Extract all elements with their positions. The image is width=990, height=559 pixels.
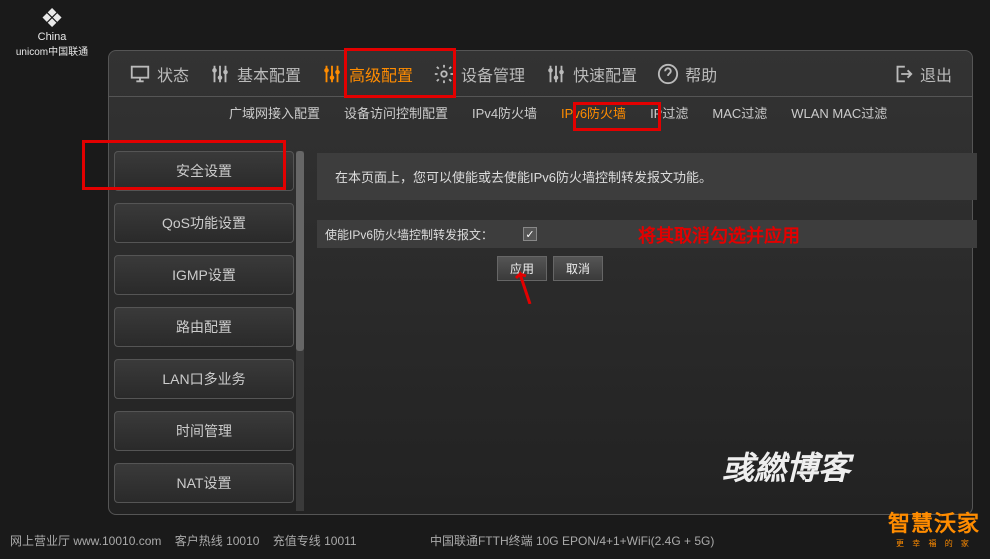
- footer-device: 中国联通FTTH终端 10G EPON/4+1+WiFi(2.4G + 5G): [430, 534, 714, 548]
- checkbox-label: 使能IPv6防火墙控制转发报文：: [325, 226, 493, 243]
- enable-ipv6-firewall-checkbox[interactable]: ✓: [523, 227, 537, 241]
- tab-status[interactable]: 状态: [129, 62, 189, 86]
- tab-basic-config[interactable]: 基本配置: [209, 62, 301, 86]
- logo-glyph: ❖: [8, 5, 96, 31]
- brand-logo: ❖ China unicom中国联通: [8, 5, 96, 58]
- tab-label: 基本配置: [237, 62, 301, 86]
- bottom-logo-small: 更 幸 福 的 家: [888, 538, 980, 549]
- tab-label: 设备管理: [461, 62, 525, 86]
- sub-nav: 广域网接入配置 设备访问控制配置 IPv4防火墙 IPv6防火墙 IP过滤 MA…: [109, 97, 972, 127]
- tab-help[interactable]: 帮助: [657, 62, 717, 86]
- footer-hotline: 客户热线 10010: [175, 534, 260, 548]
- sidebar-item-qos[interactable]: QoS功能设置: [114, 203, 294, 243]
- sidebar-item-route[interactable]: 路由配置: [114, 307, 294, 347]
- tab-label: 高级配置: [349, 62, 413, 86]
- subnav-wlan-mac-filter[interactable]: WLAN MAC过滤: [791, 103, 887, 122]
- tab-quick-config[interactable]: 快速配置: [545, 62, 637, 86]
- footer-recharge: 充值专线 10011: [273, 534, 357, 548]
- annotation-arrow-icon: [510, 264, 540, 304]
- sliders-icon: [209, 63, 231, 85]
- watermark: 彧繎博客: [722, 443, 850, 489]
- gear-icon: [433, 63, 455, 85]
- subnav-ipv6-firewall[interactable]: IPv6防火墙: [561, 103, 626, 122]
- subnav-ip-filter[interactable]: IP过滤: [650, 103, 688, 122]
- footer: 网上营业厅 www.10010.com 客户热线 10010 充值专线 1001…: [10, 506, 980, 549]
- logout-icon: [892, 63, 914, 85]
- bottom-logo: 智慧沃家 更 幸 福 的 家: [888, 506, 980, 549]
- tab-label: 帮助: [685, 62, 717, 86]
- sidebar: 安全设置 QoS功能设置 IGMP设置 路由配置 LAN口多业务 时间管理 NA…: [114, 151, 294, 511]
- bottom-logo-big: 智慧沃家: [888, 506, 980, 538]
- sidebar-scrollbar[interactable]: [296, 151, 304, 511]
- subnav-ipv4-firewall[interactable]: IPv4防火墙: [472, 103, 537, 122]
- sidebar-item-lan[interactable]: LAN口多业务: [114, 359, 294, 399]
- sliders-icon: [321, 63, 343, 85]
- top-nav: 状态 基本配置 高级配置 设备管理 快速配置 帮助 退出: [109, 51, 972, 96]
- cancel-button[interactable]: 取消: [553, 256, 603, 281]
- monitor-icon: [129, 63, 151, 85]
- page-description: 在本页面上，您可以使能或去使能IPv6防火墙控制转发报文功能。: [317, 153, 977, 200]
- logo-line1: China: [8, 31, 96, 43]
- sidebar-item-igmp[interactable]: IGMP设置: [114, 255, 294, 295]
- tab-logout[interactable]: 退出: [892, 62, 952, 86]
- logo-line2: unicom中国联通: [8, 43, 96, 58]
- sidebar-item-nat[interactable]: NAT设置: [114, 463, 294, 503]
- tab-label: 状态: [157, 62, 189, 86]
- content-area: 在本页面上，您可以使能或去使能IPv6防火墙控制转发报文功能。 使能IPv6防火…: [317, 153, 977, 281]
- help-icon: [657, 63, 679, 85]
- footer-left: 网上营业厅 www.10010.com 客户热线 10010 充值专线 1001…: [10, 532, 724, 549]
- tab-advanced-config[interactable]: 高级配置: [321, 62, 413, 86]
- tab-device-manage[interactable]: 设备管理: [433, 62, 525, 86]
- sidebar-item-security[interactable]: 安全设置: [114, 151, 294, 191]
- sliders-icon: [545, 63, 567, 85]
- footer-hall: 网上营业厅 www.10010.com: [10, 534, 161, 548]
- sidebar-item-time[interactable]: 时间管理: [114, 411, 294, 451]
- subnav-wan[interactable]: 广域网接入配置: [229, 103, 320, 122]
- annotation-text: 将其取消勾选并应用: [638, 222, 800, 248]
- subnav-mac-filter[interactable]: MAC过滤: [712, 103, 767, 122]
- tab-label: 快速配置: [573, 62, 637, 86]
- tab-label: 退出: [920, 62, 952, 86]
- subnav-access-control[interactable]: 设备访问控制配置: [344, 103, 448, 122]
